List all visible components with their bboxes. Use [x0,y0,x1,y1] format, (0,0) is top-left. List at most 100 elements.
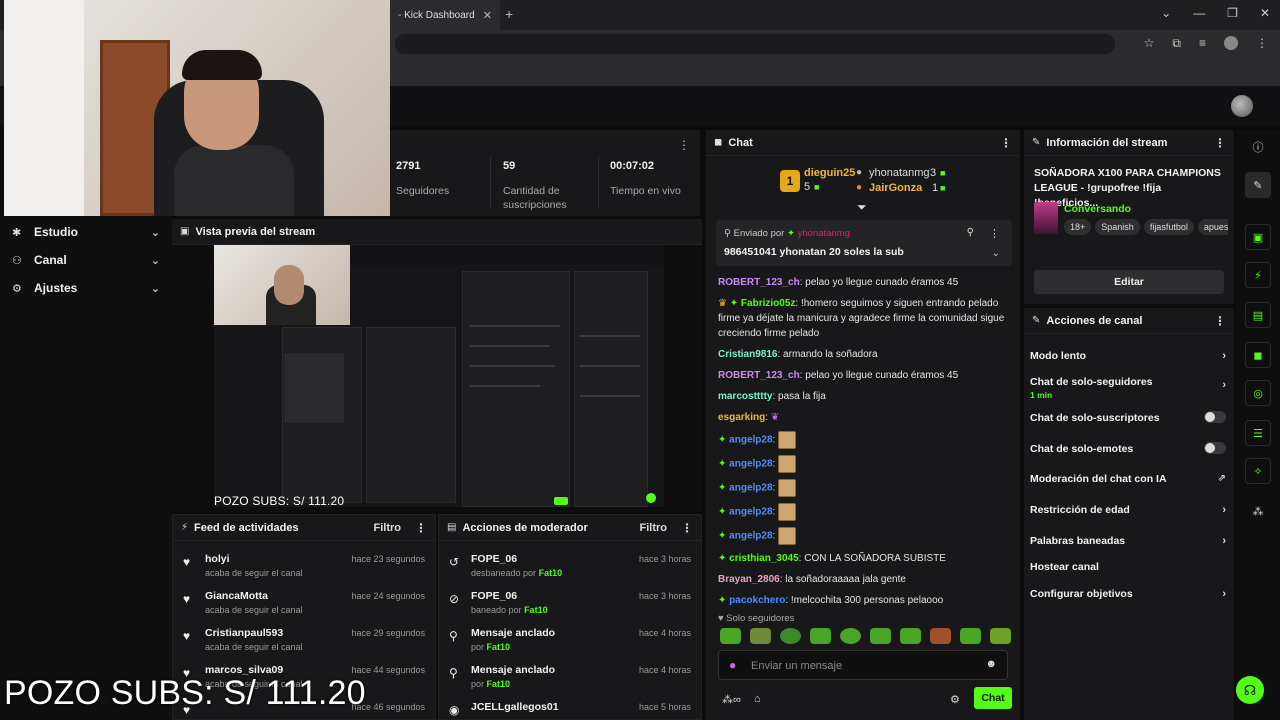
feed-filter-button[interactable]: Filtro [374,522,402,534]
mod-item[interactable]: ⊘ FOPE_06 baneado por Fat10 hace 3 horas [439,584,701,621]
emoji-icon[interactable]: ☻ [985,658,997,670]
feed-item[interactable]: ♥ holyi acaba de seguir el canal hace 23… [173,547,435,584]
chat-message-input[interactable] [751,655,971,677]
restore-icon[interactable]: ❐ [1227,6,1238,20]
emote-button[interactable] [720,628,741,644]
apps-icon[interactable]: ⁂ [1245,498,1271,524]
nav-item-ajustes[interactable]: ⚙ Ajustes ⌄ [0,274,172,302]
nav-item-estudio[interactable]: ✱ Estudio ⌄ [0,218,172,246]
more-options-icon[interactable]: ⋮ [1000,136,1012,150]
mod-filter-button[interactable]: Filtro [640,522,668,534]
gear-icon[interactable]: ⚙ [950,693,960,706]
chat-message[interactable]: esgarking: ❦ [718,410,1012,425]
chat-message[interactable]: ♛ ✦ Fabrizio05z: !homero seguimos y sigu… [718,296,1012,341]
omnibox[interactable] [395,34,1115,54]
chat-message[interactable]: ✦ angelp28: [718,455,1012,473]
bookmark-star-icon[interactable]: ☆ [1144,36,1155,51]
more-options-icon[interactable]: ⋮ [1214,136,1226,150]
emote-button[interactable] [750,628,771,644]
chat-message[interactable]: ✦ angelp28: [718,527,1012,545]
document-icon[interactable]: ▤ [1245,302,1271,328]
browser-tab[interactable]: - Kick Dashboard ✕ [390,0,500,30]
pinned-message[interactable]: ⚲ Enviado por ✦ yhonatanmg 986451041 yho… [716,220,1012,266]
microphone-icon[interactable]: ● [729,658,736,672]
action-goals[interactable]: Configurar objetivos › [1030,588,1230,600]
pencil-icon[interactable]: ✎ [1245,172,1271,198]
help-headset-icon[interactable]: ☊ [1236,676,1264,704]
broadcast-icon[interactable]: ◎ [1245,380,1271,406]
action-host-channel[interactable]: Hostear canal [1030,561,1230,573]
emote-button[interactable] [840,628,861,644]
stream-preview-video[interactable] [214,245,664,507]
media-icon[interactable]: ≡ [1199,36,1206,51]
chevron-right-icon: › [1222,504,1226,516]
more-options-icon[interactable]: ⋮ [989,227,1000,240]
info-icon[interactable]: ⓘ [1245,134,1271,160]
emote-button[interactable] [900,628,921,644]
gifter-name[interactable]: JairGonza [869,182,922,194]
edit-stream-button[interactable]: Editar [1034,270,1224,294]
emote-button[interactable] [870,628,891,644]
chat-input-box[interactable]: ● ☻ [718,650,1008,680]
preview-actions [574,271,648,507]
profile-avatar[interactable] [1224,36,1238,50]
chevron-down-icon[interactable]: ⌄ [1161,6,1171,20]
chat-message[interactable]: ✦ cristhian_3045: CON LA SOÑADORA SUBIST… [718,551,1012,566]
chat-message[interactable]: ROBERT_123_ch: pelao yo llegue cunado ér… [718,368,1012,383]
video-icon[interactable]: ▣ [1245,224,1271,250]
more-options-icon[interactable]: ⋮ [678,138,690,152]
chat-message[interactable]: ROBERT_123_ch: pelao yo llegue cunado ér… [718,275,1012,290]
mod-item[interactable]: ⚲ Mensaje anclado por Fat10 hace 4 horas [439,621,701,658]
nav-item-canal[interactable]: ⚇ Canal ⌄ [0,246,172,274]
chat-bubble-icon[interactable]: ◼ [1245,342,1271,368]
send-chat-button[interactable]: Chat [974,687,1012,709]
store-icon[interactable]: ⌂ [754,693,761,705]
gifter-name[interactable]: yhonatanmg [869,167,930,179]
action-age-restriction[interactable]: Restricción de edad › [1030,504,1230,516]
emote-button[interactable] [990,628,1011,644]
feed-item[interactable]: ♥ Cristianpaul593 acaba de seguir el can… [173,621,435,658]
minimize-icon[interactable]: — [1193,6,1205,20]
stack-icon[interactable]: ☰ [1245,420,1271,446]
chevron-down-icon[interactable]: ⌄ [992,248,1000,259]
emotes-icon[interactable]: ⁂∞ [722,693,741,706]
action-ai-moderation[interactable]: Moderación del chat con IA ⇗ [1030,473,1230,485]
emote-button[interactable] [810,628,831,644]
close-window-icon[interactable]: ✕ [1260,6,1270,20]
emote-button[interactable] [960,628,981,644]
expand-icon[interactable]: ⏷ [857,200,867,215]
emote-button[interactable] [780,628,801,644]
mod-item[interactable]: ⚲ Mensaje anclado por Fat10 hace 4 horas [439,658,701,695]
more-icon[interactable]: ⋮ [1256,36,1268,51]
unpin-icon[interactable]: ⚲ [967,227,974,238]
chat-message[interactable]: Cristian9816: armando la soñadora [718,347,1012,362]
extensions-icon[interactable]: ⧉ [1172,36,1181,51]
more-options-icon[interactable]: ⋮ [681,521,693,535]
mod-item[interactable]: ◉ JCELLgallegos01 hace 5 horas [439,695,701,720]
feed-item[interactable]: ♥ GiancaMotta acaba de seguir el canal h… [173,584,435,621]
action-followers-only[interactable]: Chat de solo-seguidores 1 min › [1030,376,1230,400]
action-slow-mode[interactable]: Modo lento › [1030,350,1230,362]
followers-only-text: Solo seguidores [726,613,795,624]
stream-category[interactable]: Conversando [1064,203,1131,215]
preview-line [470,365,555,367]
chat-message[interactable]: ✦ angelp28: [718,503,1012,521]
emote-button[interactable] [930,628,951,644]
subs-only-toggle[interactable] [1204,411,1226,423]
more-options-icon[interactable]: ⋮ [1214,314,1226,328]
new-tab-icon[interactable]: + [505,6,513,22]
action-banned-words[interactable]: Palabras baneadas › [1030,535,1230,547]
wrench-icon[interactable]: ✧ [1245,458,1271,484]
chat-message[interactable]: Brayan_2806: la soñadoraaaaa jala gente [718,572,1012,587]
chat-message[interactable]: marcostttty: pasa la fija [718,389,1012,404]
lightning-icon[interactable]: ⚡ [1245,262,1271,288]
chat-message[interactable]: ✦ angelp28: [718,431,1012,449]
chat-message[interactable]: ✦ pacokchero: !melcochita 300 personas p… [718,593,1012,608]
mod-item[interactable]: ↺ FOPE_06 desbaneado por Fat10 hace 3 ho… [439,547,701,584]
chat-message[interactable]: ✦ angelp28: [718,479,1012,497]
emotes-only-toggle[interactable] [1204,442,1226,454]
user-avatar[interactable] [1231,95,1253,117]
gifter-name[interactable]: dieguin25 [804,167,855,179]
close-tab-icon[interactable]: ✕ [483,9,492,22]
more-options-icon[interactable]: ⋮ [415,521,427,535]
